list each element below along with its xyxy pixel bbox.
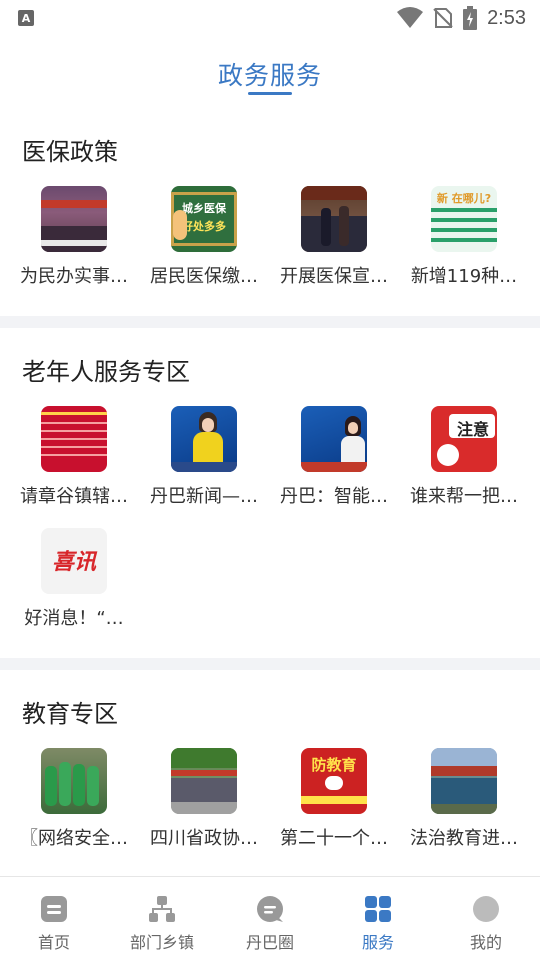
clock: 2:53: [487, 6, 526, 29]
item-label: 开展医保宣…: [280, 266, 388, 287]
status-bar: A 2:53: [0, 0, 540, 36]
item-label: 四川省政协…: [150, 828, 258, 849]
page-title[interactable]: 政务服务: [218, 56, 322, 92]
list-item[interactable]: 请章谷镇辖…: [9, 406, 139, 508]
item-label: 好消息！“…: [24, 608, 124, 629]
item-label: 请章谷镇辖…: [20, 486, 128, 507]
section-divider: [0, 316, 540, 328]
list-item[interactable]: 城乡医保 好处多多 居民医保缴…: [139, 186, 269, 288]
list-item[interactable]: 喜讯 好消息！“…: [9, 528, 139, 630]
nav-label: 服务: [361, 933, 394, 952]
thumb-text: 喜讯: [51, 550, 96, 575]
section-education: 教育专区 〖网络安全… 四川省政协… 防教育 第二十一个… 法治教育进…: [0, 670, 540, 876]
list-item[interactable]: 〖网络安全…: [9, 748, 139, 850]
no-sim-icon: [433, 8, 453, 28]
item-label: 新增119种…: [410, 266, 518, 287]
section-title: 医保政策: [22, 138, 118, 166]
thumbnail-image: 城乡医保 好处多多: [171, 186, 237, 252]
chat-icon: [257, 896, 283, 922]
thumbnail-image: 注意: [431, 406, 497, 472]
bottom-nav: 首页 部门乡镇 丹巴圈 服务 我的: [0, 876, 540, 960]
list-item[interactable]: 开展医保宣…: [269, 186, 399, 288]
thumbnail-image: [171, 406, 237, 472]
nav-services[interactable]: 服务: [324, 877, 432, 960]
item-label: 谁来帮一把…: [410, 486, 518, 507]
nav-departments[interactable]: 部门乡镇: [108, 877, 216, 960]
nav-danba-circle[interactable]: 丹巴圈: [216, 877, 324, 960]
item-label: 丹巴：智能…: [280, 486, 388, 507]
thumb-text: 注意: [456, 420, 489, 439]
profile-icon: [473, 896, 499, 922]
thumbnail-image: [41, 406, 107, 472]
nav-label: 我的: [469, 933, 502, 952]
list-item[interactable]: 为民办实事…: [9, 186, 139, 288]
item-label: 为民办实事…: [20, 266, 128, 287]
section-elderly-services: 老年人服务专区 请章谷镇辖… 丹巴新闻—… 丹巴：智能… 注意 谁来帮一把… 喜…: [0, 328, 540, 658]
list-item[interactable]: 丹巴新闻—…: [139, 406, 269, 508]
nav-home[interactable]: 首页: [0, 877, 108, 960]
title-underline: [248, 92, 292, 95]
section-medical-insurance: 医保政策 为民办实事… 城乡医保 好处多多 居民医保缴… 开展医保宣… 新 在哪…: [0, 114, 540, 316]
section-divider: [0, 658, 540, 670]
nav-profile[interactable]: 我的: [432, 877, 540, 960]
nav-label: 部门乡镇: [129, 933, 194, 952]
list-item[interactable]: 四川省政协…: [139, 748, 269, 850]
grid-icon: [365, 896, 391, 922]
section-title: 老年人服务专区: [22, 358, 190, 386]
thumbnail-image: [431, 748, 497, 814]
item-label: 丹巴新闻—…: [150, 486, 258, 507]
wifi-icon: [397, 7, 424, 28]
thumb-text: 防教育: [311, 756, 357, 774]
thumbnail-image: 新 在哪儿?: [431, 186, 497, 252]
thumbnail-image: [41, 186, 107, 252]
home-icon: [41, 896, 67, 922]
list-item[interactable]: 法治教育进…: [399, 748, 529, 850]
list-item[interactable]: 防教育 第二十一个…: [269, 748, 399, 850]
list-item[interactable]: 新 在哪儿? 新增119种…: [399, 186, 529, 288]
nav-label: 丹巴圈: [245, 933, 294, 952]
battery-charging-icon: [463, 6, 478, 30]
org-chart-icon: [149, 896, 175, 922]
nav-label: 首页: [37, 933, 70, 952]
thumbnail-image: [41, 748, 107, 814]
notification-a-icon: A: [18, 10, 34, 26]
thumbnail-image: 防教育: [301, 748, 367, 814]
item-label: 第二十一个…: [280, 828, 388, 849]
page-header: 政务服务: [0, 36, 540, 114]
item-label: 居民医保缴…: [150, 266, 258, 287]
item-label: 法治教育进…: [410, 828, 518, 849]
list-item[interactable]: 丹巴：智能…: [269, 406, 399, 508]
thumbnail-image: 喜讯: [41, 528, 107, 594]
item-label: 〖网络安全…: [20, 828, 128, 849]
thumbnail-image: [171, 748, 237, 814]
status-icons: 2:53: [397, 6, 526, 30]
thumbnail-image: [301, 186, 367, 252]
section-title: 教育专区: [22, 700, 118, 728]
list-item[interactable]: 注意 谁来帮一把…: [399, 406, 529, 508]
thumbnail-image: [301, 406, 367, 472]
